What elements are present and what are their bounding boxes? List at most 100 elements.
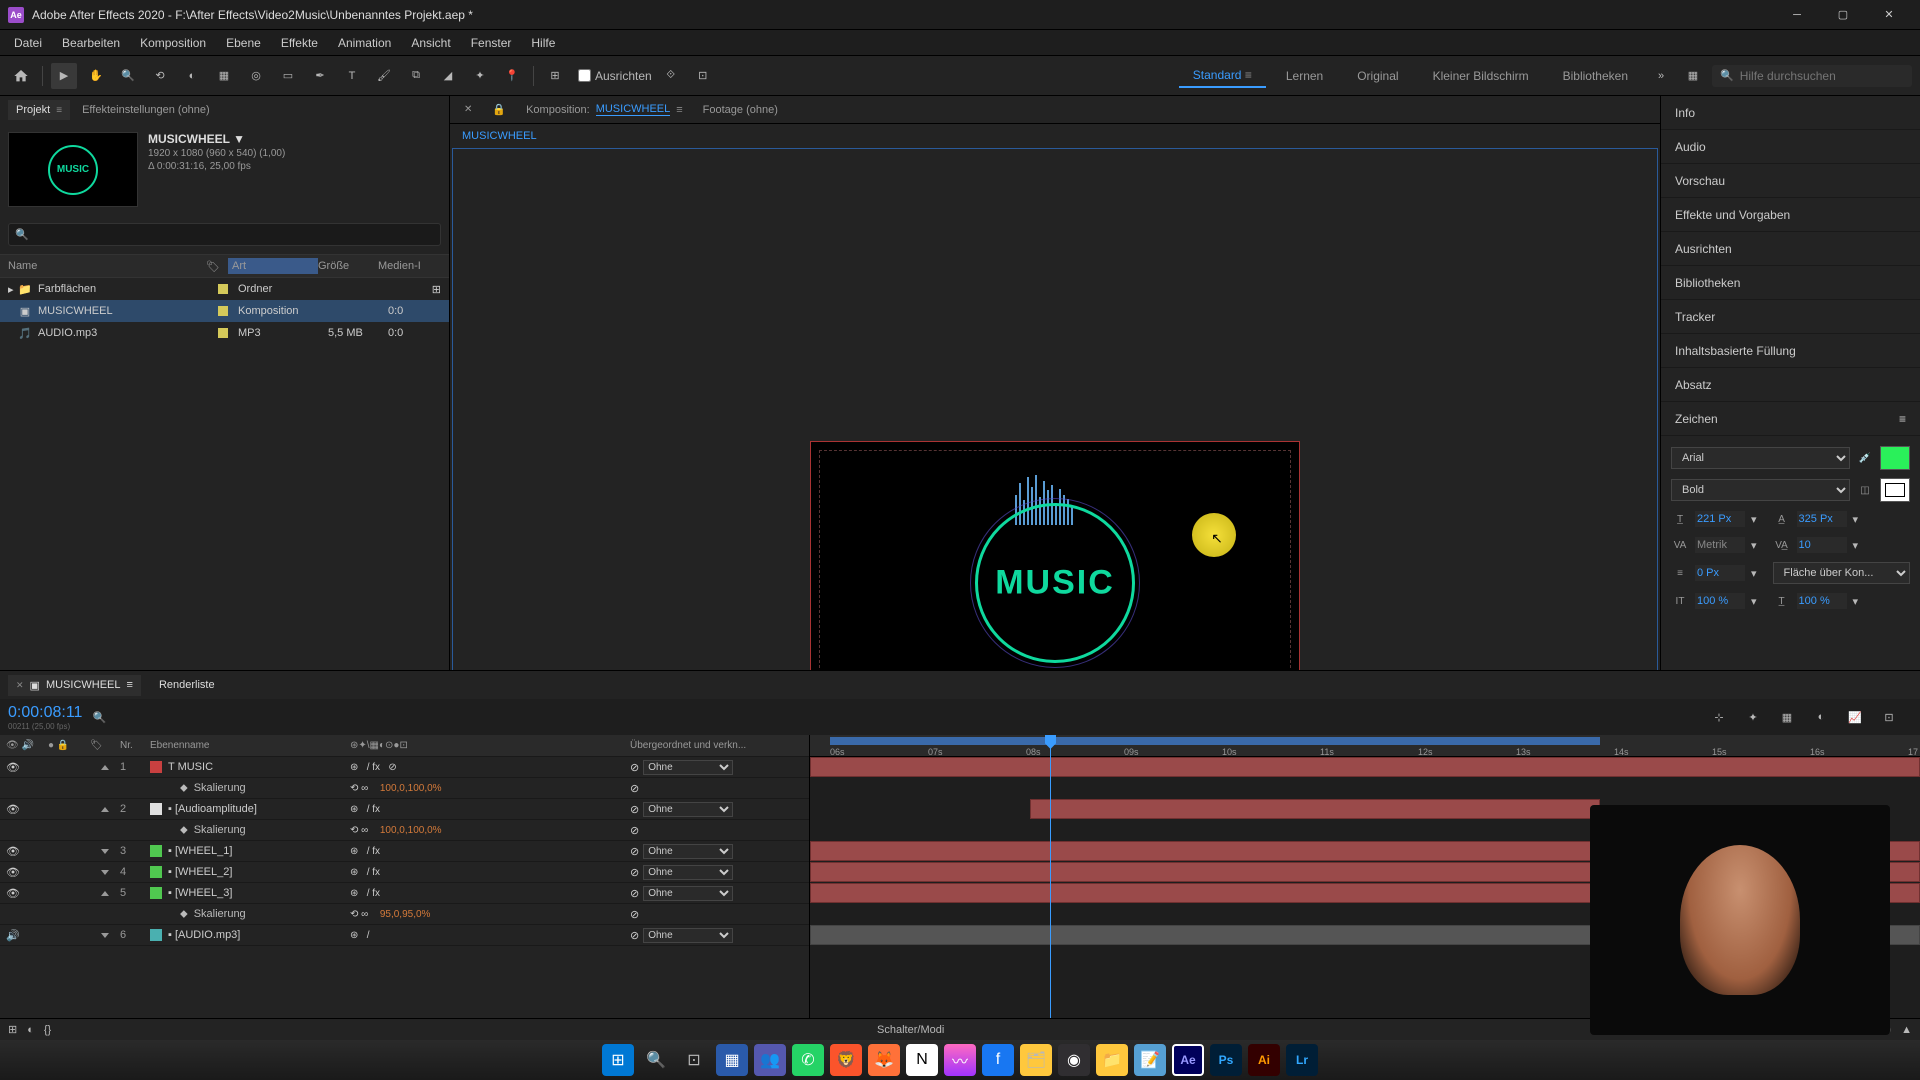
layer-row-6[interactable]: 👁 5 ▪ [WHEEL_3] ⊛ / fx ⊘ Ohne xyxy=(0,883,809,904)
frame-blend-icon[interactable]: ▦ xyxy=(1774,704,1800,730)
playhead[interactable] xyxy=(1050,735,1051,1018)
workspace-bibliotheken[interactable]: Bibliotheken xyxy=(1549,65,1642,87)
photoshop-icon[interactable]: Ps xyxy=(1210,1044,1242,1076)
comp-tab-active[interactable]: Komposition: MUSICWHEEL ≡ xyxy=(520,99,689,120)
rotate-tool[interactable]: ◐ xyxy=(179,63,205,89)
timeline-tab-render[interactable]: Renderliste xyxy=(151,675,223,695)
teams-icon[interactable]: 👥 xyxy=(754,1044,786,1076)
shape-tool[interactable]: ▭ xyxy=(275,63,301,89)
lightroom-icon[interactable]: Lr xyxy=(1286,1044,1318,1076)
panel-icon[interactable]: ▦ xyxy=(1680,63,1706,89)
graph-editor-icon[interactable]: 📈 xyxy=(1842,704,1868,730)
comp-tab-close[interactable]: ✕ xyxy=(458,100,478,119)
menu-animation[interactable]: Animation xyxy=(328,32,401,54)
panel-inhaltsbasiert[interactable]: Inhaltsbasierte Füllung xyxy=(1661,334,1920,368)
font-size-input[interactable] xyxy=(1695,511,1745,527)
files-icon[interactable]: 🗂 xyxy=(1020,1044,1052,1076)
zoom-tool[interactable]: 🔍 xyxy=(115,63,141,89)
leading-input[interactable] xyxy=(1797,511,1847,527)
hand-tool[interactable]: ✋ xyxy=(83,63,109,89)
panel-ausrichten[interactable]: Ausrichten xyxy=(1661,232,1920,266)
font-family-dropdown[interactable]: Arial xyxy=(1671,447,1850,469)
clone-tool[interactable]: ⧉ xyxy=(403,63,429,89)
font-weight-dropdown[interactable]: Bold xyxy=(1671,479,1850,501)
motion-blur-icon[interactable]: ◐ xyxy=(1808,704,1834,730)
menu-datei[interactable]: Datei xyxy=(4,32,52,54)
time-ruler[interactable]: 06s07s08s09s10s11s12s13s14s15s16s17 xyxy=(810,735,1920,757)
panel-info[interactable]: Info xyxy=(1661,96,1920,130)
help-search[interactable]: 🔍 xyxy=(1712,65,1912,87)
layer-row-7[interactable]: ⬥ Skalierung ⟲ ∞ 95,0,95,0% ⊘ xyxy=(0,904,809,925)
comp-tab-lock[interactable]: 🔒 xyxy=(486,99,512,120)
selection-tool[interactable]: ▶ xyxy=(51,63,77,89)
text-color-swatch[interactable] xyxy=(1880,446,1910,470)
brave-icon[interactable]: 🦁 xyxy=(830,1044,862,1076)
panel-effekte[interactable]: Effekte und Vorgaben xyxy=(1661,198,1920,232)
minimize-button[interactable]: ─ xyxy=(1774,0,1820,30)
workspace-overflow-icon[interactable]: » xyxy=(1648,63,1674,89)
menu-effekte[interactable]: Effekte xyxy=(271,32,328,54)
hscale-input[interactable] xyxy=(1797,593,1847,609)
align-checkbox[interactable]: Ausrichten xyxy=(578,69,652,83)
after-effects-icon[interactable]: Ae xyxy=(1172,1044,1204,1076)
project-item-audio[interactable]: 🎵 AUDIO.mp3 MP3 5,5 MB 0:0 xyxy=(0,322,449,344)
close-button[interactable]: ✕ xyxy=(1866,0,1912,30)
switch-mode-label[interactable]: Schalter/Modi xyxy=(61,1024,1760,1036)
taskbar-search-icon[interactable]: 🔍 xyxy=(640,1044,672,1076)
project-thumbnail[interactable]: MUSIC xyxy=(8,132,138,207)
toggle-switch-icon[interactable]: ⊞ xyxy=(8,1023,17,1036)
menu-hilfe[interactable]: Hilfe xyxy=(521,32,565,54)
home-icon[interactable] xyxy=(8,63,34,89)
zoom-in-tl-icon[interactable]: ▲ xyxy=(1901,1024,1912,1036)
expand-icon[interactable]: ◐ xyxy=(27,1024,34,1036)
camera-tool[interactable]: ▦ xyxy=(211,63,237,89)
workspace-kleiner[interactable]: Kleiner Bildschirm xyxy=(1419,65,1543,87)
timeline-tab-comp[interactable]: ✕ ▣ MUSICWHEEL ≡ xyxy=(8,675,141,696)
stroke-icon[interactable]: ◫ xyxy=(1856,481,1874,499)
eyedropper-icon[interactable]: 💉 xyxy=(1856,449,1874,467)
panel-bibliotheken[interactable]: Bibliotheken xyxy=(1661,266,1920,300)
stroke-width-input[interactable] xyxy=(1695,565,1745,581)
folder-icon[interactable]: 📁 xyxy=(1096,1044,1128,1076)
panel-zeichen[interactable]: Zeichen≡ xyxy=(1661,402,1920,436)
firefox-icon[interactable]: 🦊 xyxy=(868,1044,900,1076)
facebook-icon[interactable]: f xyxy=(982,1044,1014,1076)
default-icon[interactable]: ⊡ xyxy=(690,63,716,89)
project-search[interactable]: 🔍 xyxy=(8,223,441,246)
layer-row-5[interactable]: 👁 4 ▪ [WHEEL_2] ⊛ / fx ⊘ Ohne xyxy=(0,862,809,883)
panel-vorschau[interactable]: Vorschau xyxy=(1661,164,1920,198)
puppet-tool[interactable]: 📍 xyxy=(499,63,525,89)
roto-tool[interactable]: ✦ xyxy=(467,63,493,89)
layer-row-4[interactable]: 👁 3 ▪ [WHEEL_1] ⊛ / fx ⊘ Ohne xyxy=(0,841,809,862)
snap-tl-icon[interactable]: ⊡ xyxy=(1876,704,1902,730)
panel-tracker[interactable]: Tracker xyxy=(1661,300,1920,334)
pen-tool[interactable]: ✒ xyxy=(307,63,333,89)
comp-mini-flow-icon[interactable]: ⊹ xyxy=(1706,704,1732,730)
snapping-icon[interactable]: ⟐ xyxy=(658,63,684,89)
comp-breadcrumb[interactable]: MUSICWHEEL xyxy=(450,124,1660,148)
brush-tool[interactable]: 🖌 xyxy=(371,63,397,89)
messenger-icon[interactable]: 〰 xyxy=(944,1044,976,1076)
workspace-standard[interactable]: Standard ≡ xyxy=(1179,64,1266,88)
whatsapp-icon[interactable]: ✆ xyxy=(792,1044,824,1076)
maximize-button[interactable]: ▢ xyxy=(1820,0,1866,30)
layer-bar-0[interactable] xyxy=(810,757,1920,777)
menu-ansicht[interactable]: Ansicht xyxy=(401,32,460,54)
panel-audio[interactable]: Audio xyxy=(1661,130,1920,164)
illustrator-icon[interactable]: Ai xyxy=(1248,1044,1280,1076)
workspace-lernen[interactable]: Lernen xyxy=(1272,65,1337,87)
explorer-icon[interactable]: ▦ xyxy=(716,1044,748,1076)
tracking-input[interactable] xyxy=(1797,537,1847,553)
footage-tab[interactable]: Footage (ohne) xyxy=(697,100,784,120)
layer-row-0[interactable]: 👁 1 T MUSIC ⊛ / fx ⊘ ⊘ Ohne xyxy=(0,757,809,778)
notion-icon[interactable]: N xyxy=(906,1044,938,1076)
menu-komposition[interactable]: Komposition xyxy=(130,32,216,54)
text-tool[interactable]: T xyxy=(339,63,365,89)
panel-absatz[interactable]: Absatz xyxy=(1661,368,1920,402)
kerning-input[interactable] xyxy=(1695,537,1745,553)
workspace-original[interactable]: Original xyxy=(1343,65,1412,87)
layer-bar-2[interactable] xyxy=(1030,799,1600,819)
orbit-tool[interactable]: ⟲ xyxy=(147,63,173,89)
notepad-icon[interactable]: 📝 xyxy=(1134,1044,1166,1076)
vscale-input[interactable] xyxy=(1695,593,1745,609)
